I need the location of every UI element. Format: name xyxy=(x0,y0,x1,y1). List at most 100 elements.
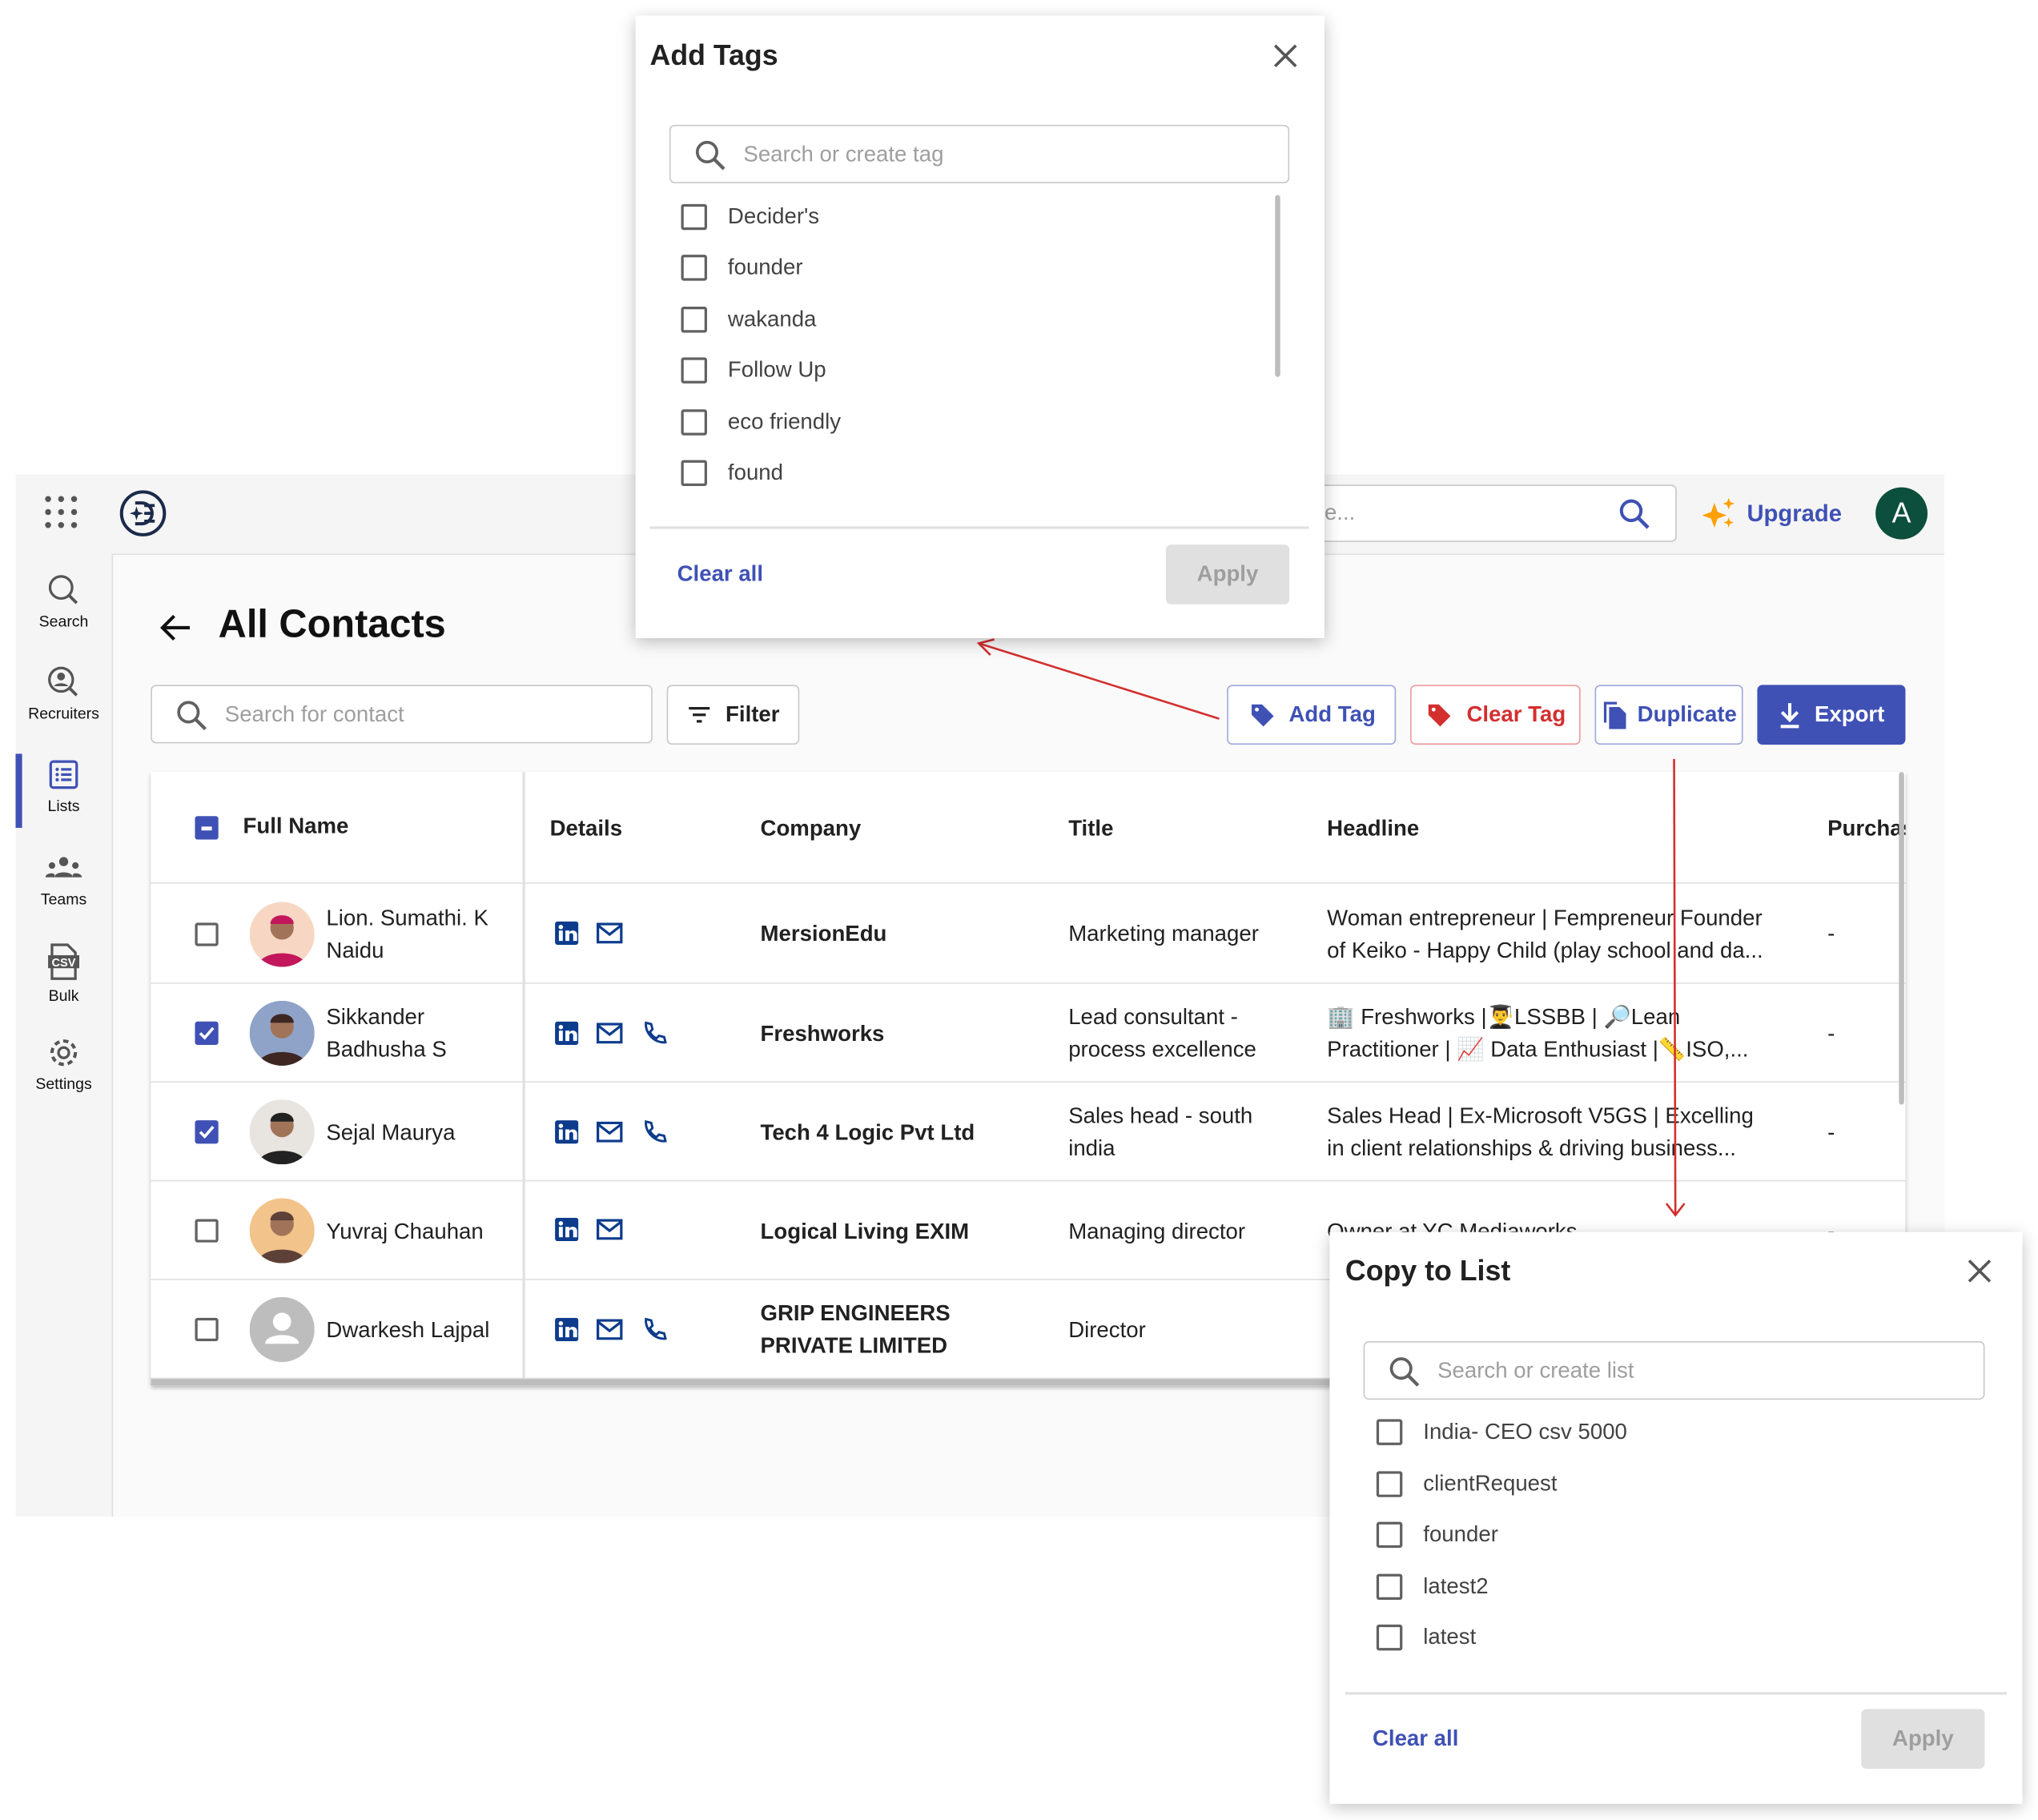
purchase: - xyxy=(1827,921,1835,946)
option-checkbox-item[interactable]: Decider's xyxy=(681,203,819,231)
filter-label: Filter xyxy=(726,701,780,727)
purchase: - xyxy=(1827,1020,1835,1046)
email-icon[interactable] xyxy=(597,922,623,943)
email-icon[interactable] xyxy=(597,1219,623,1240)
svg-text:CSV: CSV xyxy=(52,957,76,970)
company: Freshworks xyxy=(761,1017,1059,1050)
close-icon[interactable] xyxy=(1272,43,1298,69)
back-arrow-icon[interactable] xyxy=(159,611,192,645)
checkbox[interactable] xyxy=(1376,1624,1403,1651)
sidebar-item-lists[interactable]: Lists xyxy=(15,757,111,815)
option-checkbox-item[interactable]: latest xyxy=(1376,1624,1476,1651)
email-icon[interactable] xyxy=(597,1319,623,1340)
headline: Sales Head | Ex-Microsoft V5GS | Excelli… xyxy=(1327,1099,1795,1164)
checkbox[interactable] xyxy=(681,255,707,281)
column-header-title[interactable]: Title xyxy=(1068,812,1113,845)
option-checkbox-item[interactable]: founder xyxy=(681,255,803,281)
close-icon[interactable] xyxy=(1967,1258,1992,1284)
sidebar-item-recruiters[interactable]: Recruiters xyxy=(15,665,111,722)
row-checkbox[interactable] xyxy=(195,922,219,946)
select-all-checkbox[interactable] xyxy=(195,816,219,840)
list-search-input[interactable]: Search or create list xyxy=(1363,1341,1985,1400)
apply-button[interactable]: Apply xyxy=(1861,1709,1985,1770)
option-checkbox-item[interactable]: clientRequest xyxy=(1376,1471,1557,1497)
column-header-full-name[interactable]: Full Name xyxy=(243,810,349,842)
phone-icon[interactable] xyxy=(641,1119,667,1144)
linkedin-icon[interactable] xyxy=(555,920,579,945)
checkbox[interactable] xyxy=(681,357,707,384)
linkedin-icon[interactable] xyxy=(555,1120,579,1144)
row-checkbox[interactable] xyxy=(195,1219,219,1243)
table-scrollbar[interactable] xyxy=(1899,772,1904,1105)
row-checkbox[interactable] xyxy=(195,1021,219,1045)
contact-name-line: Badhusha S xyxy=(326,1037,447,1063)
duplicate-button[interactable]: Duplicate xyxy=(1594,685,1743,745)
export-button[interactable]: Export xyxy=(1757,685,1906,745)
sidebar-item-settings[interactable]: Settings xyxy=(15,1036,111,1093)
phone-icon[interactable] xyxy=(641,1020,667,1046)
recruiter-search-icon xyxy=(48,666,78,697)
table-row[interactable]: Sejal Maurya Tech 4 Logic Pvt Ltd Sales he… xyxy=(151,1083,1906,1182)
contact-search-input[interactable]: Search for contact xyxy=(151,685,653,744)
checkbox[interactable] xyxy=(681,409,707,436)
add-tag-button[interactable]: Add Tag xyxy=(1227,685,1397,745)
option-checkbox-item[interactable]: eco friendly xyxy=(681,409,841,436)
avatar-initial: A xyxy=(1891,496,1911,529)
sidebar-item-search[interactable]: Search xyxy=(15,573,111,630)
column-header-headline[interactable]: Headline xyxy=(1327,812,1419,845)
apply-button[interactable]: Apply xyxy=(1165,544,1290,605)
apps-grid-icon[interactable] xyxy=(43,494,79,530)
search-icon xyxy=(177,701,207,731)
checkbox[interactable] xyxy=(1376,1419,1403,1445)
option-checkbox-item[interactable]: latest2 xyxy=(1376,1573,1489,1601)
email-icon[interactable] xyxy=(597,1121,623,1143)
sidebar-item-teams[interactable]: Teams xyxy=(15,851,111,909)
clear-all-button[interactable]: Clear all xyxy=(1373,1726,1458,1751)
user-avatar[interactable]: A xyxy=(1875,487,1928,540)
upgrade-button[interactable]: Upgrade xyxy=(1702,496,1842,530)
duplicate-label: Duplicate xyxy=(1637,701,1737,727)
checkbox[interactable] xyxy=(681,460,707,487)
search-icon xyxy=(48,575,78,605)
job-title: Sales head - south india xyxy=(1068,1099,1315,1164)
sidebar-item-bulk[interactable]: CSV Bulk xyxy=(15,942,111,1005)
table-row[interactable]: Sikkander Badhusha S Freshworks Lead consul… xyxy=(151,984,1906,1083)
sparkle-icon xyxy=(1702,497,1735,528)
option-checkbox-item[interactable]: wakanda xyxy=(681,307,816,333)
checkbox[interactable] xyxy=(681,203,707,231)
linkedin-icon[interactable] xyxy=(555,1217,579,1242)
option-checkbox-item[interactable]: found xyxy=(681,460,783,487)
column-header-company[interactable]: Company xyxy=(761,812,862,845)
contact-name: Lion. Sumathi. K Naidu xyxy=(326,902,521,966)
option-checkbox-item[interactable]: founder xyxy=(1376,1521,1498,1549)
tag-list-scrollbar[interactable] xyxy=(1275,195,1280,377)
linkedin-icon[interactable] xyxy=(555,1021,579,1045)
export-label: Export xyxy=(1814,701,1885,727)
checkbox[interactable] xyxy=(1376,1573,1403,1601)
row-checkbox[interactable] xyxy=(195,1120,219,1144)
checkbox[interactable] xyxy=(1376,1521,1403,1549)
option-checkbox-item[interactable]: Follow Up xyxy=(681,357,826,384)
linkedin-icon[interactable] xyxy=(555,1317,579,1342)
company: Logical Living EXIM xyxy=(761,1215,1059,1247)
column-header-purchase[interactable]: Purchas xyxy=(1827,812,1905,845)
search-icon[interactable] xyxy=(1618,498,1652,532)
checkbox[interactable] xyxy=(1376,1471,1403,1497)
job-title: Managing director xyxy=(1068,1215,1315,1247)
tag-search-input[interactable]: Search or create tag xyxy=(669,124,1290,183)
clear-tag-label: Clear Tag xyxy=(1466,701,1566,727)
clear-tag-button[interactable]: Clear Tag xyxy=(1410,685,1581,745)
checkbox[interactable] xyxy=(681,307,707,333)
filter-button[interactable]: Filter xyxy=(666,685,800,745)
company-line: GRIP ENGINEERS xyxy=(760,1300,951,1326)
contact-details-icons xyxy=(555,1020,667,1046)
table-row[interactable]: Lion. Sumathi. K Naidu MersionEdu Marketing… xyxy=(151,884,1906,984)
clear-all-button[interactable]: Clear all xyxy=(677,561,763,587)
contact-name-line: Dwarkesh Lajpal xyxy=(326,1317,490,1342)
app-logo-icon[interactable] xyxy=(119,488,168,538)
column-header-details[interactable]: Details xyxy=(550,812,622,845)
phone-icon[interactable] xyxy=(641,1316,667,1342)
row-checkbox[interactable] xyxy=(195,1317,219,1342)
option-checkbox-item[interactable]: India- CEO csv 5000 xyxy=(1376,1419,1627,1445)
email-icon[interactable] xyxy=(597,1022,623,1044)
